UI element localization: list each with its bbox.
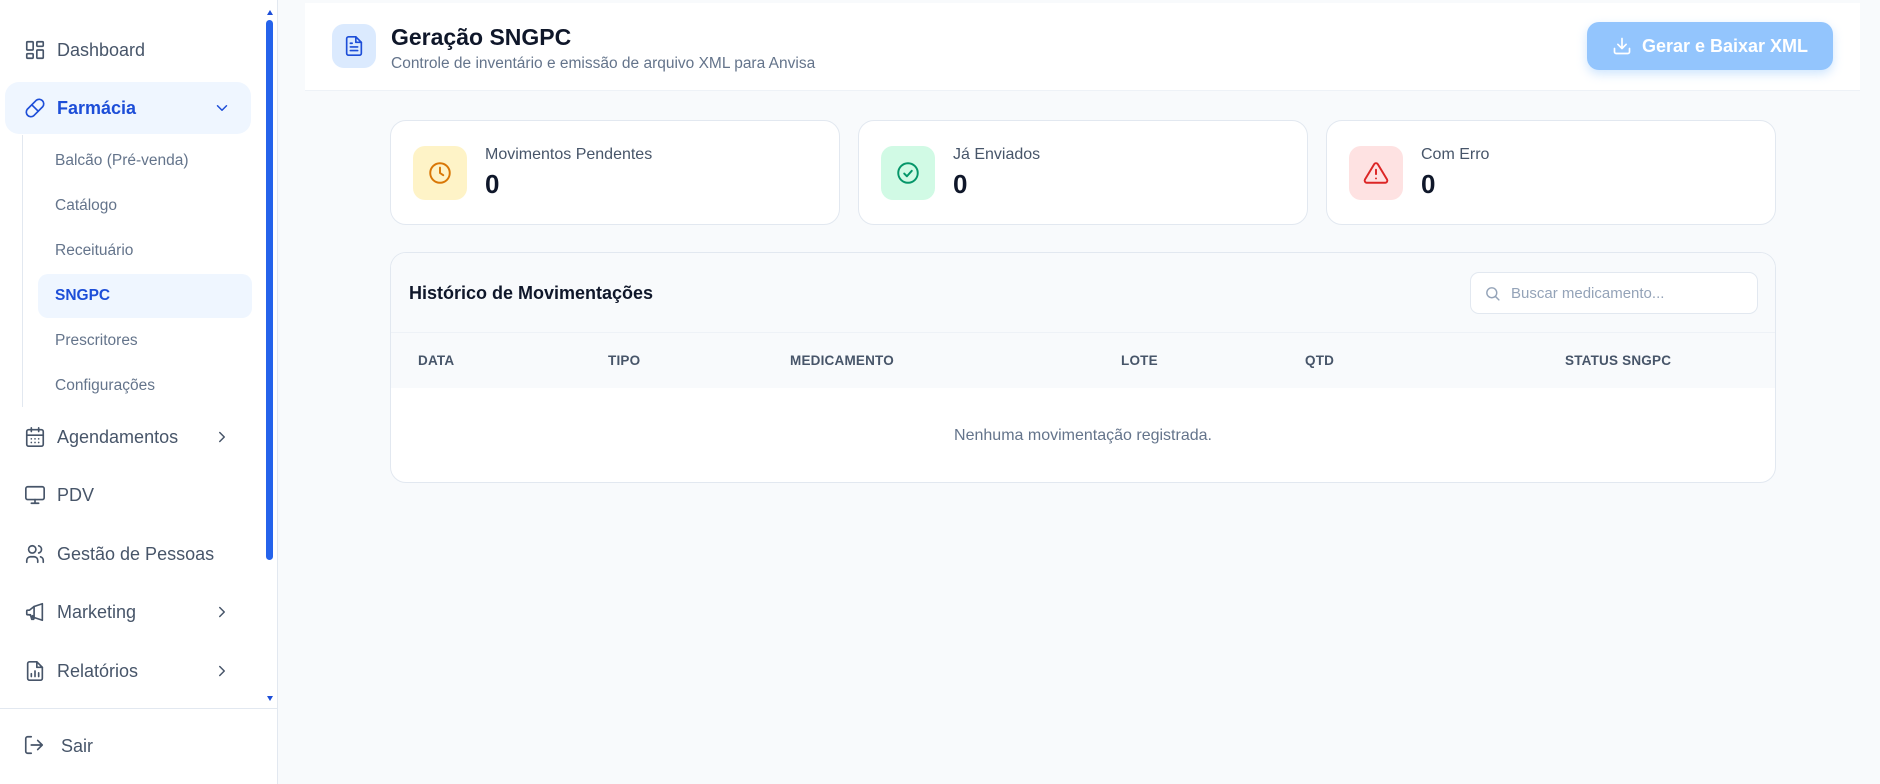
column-header-lote[interactable]: LOTE [1121,353,1158,368]
sidebar-item-label: Agendamentos [57,426,179,447]
calendar-icon [23,425,47,449]
page-header: Geração SNGPC Controle de inventário e e… [305,3,1860,91]
sidebar-item-label: Relatórios [57,660,139,681]
sidebar-item-dashboard[interactable]: Dashboard [5,24,251,76]
scroll-down-arrow-icon[interactable] [267,696,273,701]
stat-value: 0 [1421,169,1436,199]
logout-icon [23,734,47,758]
history-panel-header: Histórico de Movimentações [391,253,1775,333]
dashboard-grid-icon [23,38,47,62]
sidebar-item-farmacia[interactable]: Farmácia [5,82,251,134]
subitem-prescritores[interactable]: Prescritores [38,319,252,363]
clock-icon [413,146,467,200]
alert-triangle-icon [1349,146,1403,200]
column-header-tipo[interactable]: TIPO [608,353,640,368]
download-icon [1613,37,1631,55]
sidebar-item-marketing[interactable]: Marketing [5,586,251,638]
users-icon [23,542,47,566]
megaphone-icon [23,600,47,624]
sidebar-item-pdv[interactable]: PDV [5,469,251,521]
monitor-icon [23,483,47,507]
stat-label: Movimentos Pendentes [485,146,653,163]
sidebar-item-label: PDV [57,484,95,505]
report-file-icon [23,659,47,683]
column-header-qtd[interactable]: QTD [1305,353,1334,368]
search-input[interactable] [1511,273,1751,313]
stat-card-erro: Com Erro 0 [1326,120,1776,225]
table-header: DATA TIPO MEDICAMENTO LOTE QTD STATUS SN… [391,333,1775,388]
subitem-receituario[interactable]: Receituário [38,229,252,273]
stat-card-enviados: Já Enviados 0 [858,120,1308,225]
stat-label: Com Erro [1421,146,1490,163]
page-title: Geração SNGPC [391,24,572,50]
sidebar-item-agendamentos[interactable]: Agendamentos [5,411,251,463]
stat-card-pendentes: Movimentos Pendentes 0 [390,120,840,225]
sidebar-nav: Dashboard Farmácia Balcão (Pré-venda) Ca… [0,0,262,708]
subitem-sngpc[interactable]: SNGPC [38,274,252,318]
subitem-configuracoes[interactable]: Configurações [38,364,252,408]
subitem-catalogo[interactable]: Catálogo [38,184,252,228]
history-title: Histórico de Movimentações [409,283,654,303]
search-box [1470,272,1758,314]
scroll-up-arrow-icon[interactable] [267,10,273,15]
sidebar-item-label: Farmácia [57,97,137,118]
generate-xml-button[interactable]: Gerar e Baixar XML [1587,22,1833,70]
history-panel: Histórico de Movimentações DATA TIPO MED… [390,252,1776,483]
chevron-right-icon [213,603,231,621]
column-header-data[interactable]: DATA [418,353,454,368]
logout-button[interactable]: Sair [5,721,251,771]
stat-value: 0 [485,169,500,199]
sidebar-footer: Sair [0,708,277,784]
sidebar-item-label: Marketing [57,601,137,622]
search-icon [1486,287,1500,301]
generate-xml-label: Gerar e Baixar XML [1641,35,1809,56]
document-icon [332,24,376,68]
column-header-status[interactable]: STATUS SNGPC [1565,353,1671,368]
check-circle-icon [881,146,935,200]
stat-label: Já Enviados [953,146,1041,163]
sidebar-item-label: Gestão de Pessoas [57,543,215,564]
sidebar-scrollbar[interactable] [265,8,275,708]
chevron-right-icon [213,662,231,680]
scrollbar-thumb[interactable] [266,20,273,560]
logout-label: Sair [61,735,94,756]
column-header-medicamento[interactable]: MEDICAMENTO [790,353,894,368]
sidebar: Dashboard Farmácia Balcão (Pré-venda) Ca… [0,0,278,784]
empty-state-message: Nenhuma movimentação registrada. [954,427,1212,444]
chevron-down-icon [213,99,231,117]
chevron-right-icon [213,428,231,446]
stat-value: 0 [953,169,968,199]
pill-icon [23,96,47,120]
sidebar-item-gestao-pessoas[interactable]: Gestão de Pessoas [5,528,251,580]
page-subtitle: Controle de inventário e emissão de arqu… [391,55,816,72]
sidebar-item-relatorios[interactable]: Relatórios [5,645,251,697]
farmacia-submenu: Balcão (Pré-venda) Catálogo Receituário … [22,135,252,407]
sidebar-item-label: Dashboard [57,39,146,60]
subitem-balcao[interactable]: Balcão (Pré-venda) [38,139,252,183]
